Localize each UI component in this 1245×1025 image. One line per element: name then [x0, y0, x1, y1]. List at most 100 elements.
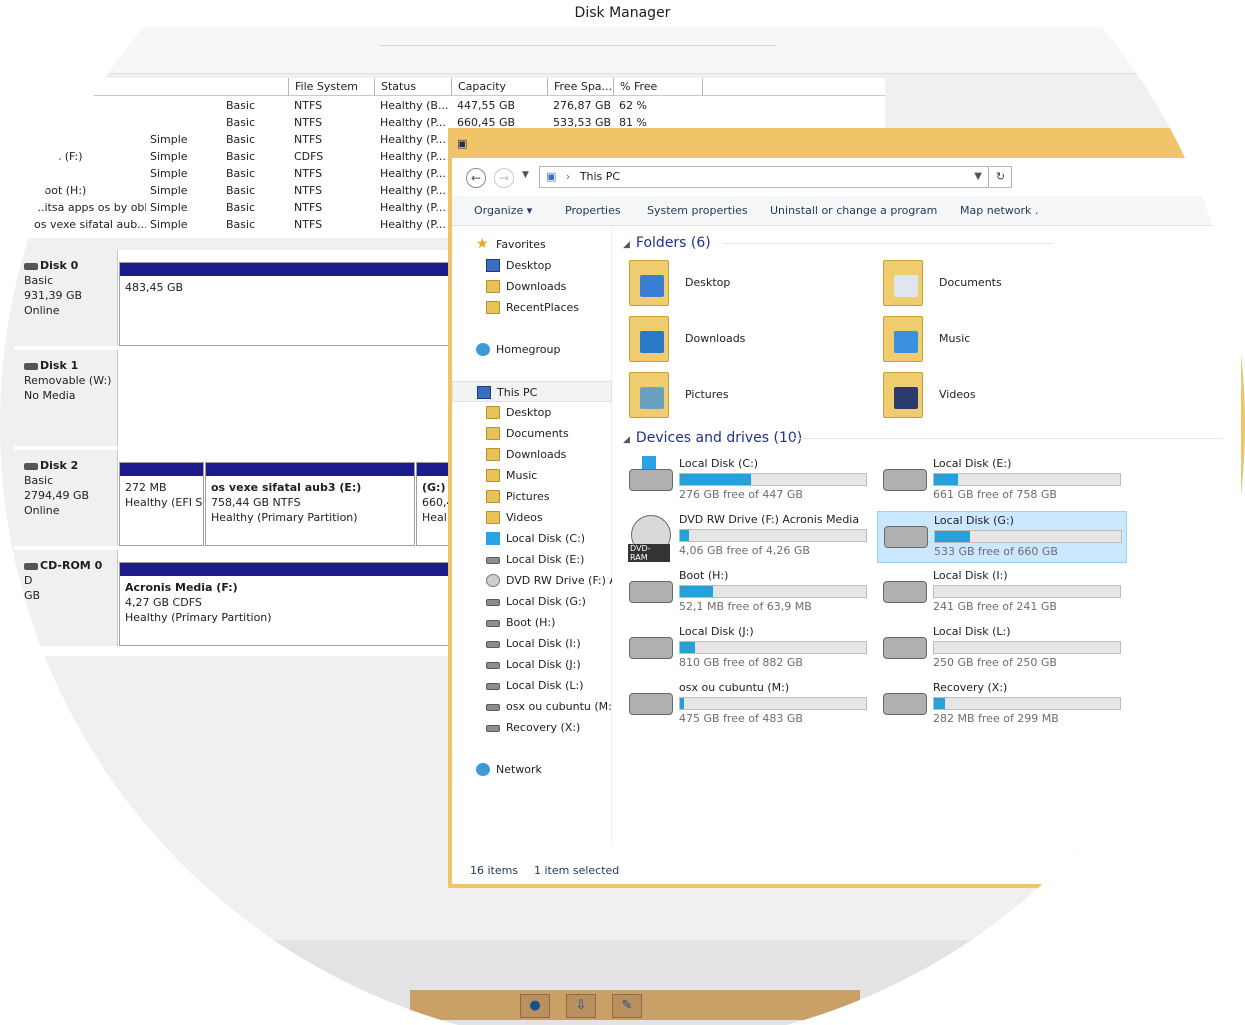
nav-favorites[interactable]: ★ Favorites: [452, 234, 612, 255]
drive-tile[interactable]: Local Disk (J:) 810 GB free of 882 GB: [623, 623, 873, 675]
properties-button[interactable]: Properties: [565, 196, 621, 226]
drive-tile[interactable]: Local Disk (E:) 661 GB free of 758 GB: [877, 455, 1127, 507]
organize-button[interactable]: Organize ▾: [474, 196, 532, 226]
address-dropdown-icon[interactable]: ▼: [974, 167, 982, 187]
address-box[interactable]: ▣ › This PC ▼: [539, 166, 989, 188]
nav-pc-item[interactable]: Recovery (X:): [452, 717, 612, 738]
nav-fav-item[interactable]: RecentPlaces: [452, 297, 612, 318]
disk-title: CD-ROM 0: [40, 559, 103, 572]
drive-tile[interactable]: Recovery (X:) 282 MB free of 299 MB: [877, 679, 1127, 731]
disk-label[interactable]: Disk 1 Removable (W:) No Media: [14, 350, 118, 446]
nav-pc-item[interactable]: DVD RW Drive (F:) A: [452, 570, 612, 591]
uninstall-program-button[interactable]: Uninstall or change a program: [770, 196, 937, 226]
taskbar-app-icon[interactable]: ●: [520, 994, 550, 1018]
taskbar-disk-management-icon[interactable]: ⇩: [566, 994, 596, 1018]
column-status[interactable]: Status: [374, 78, 451, 96]
folder-overlay-icon: [640, 387, 664, 409]
drives-group-header[interactable]: ◢ Devices and drives (10): [623, 427, 802, 449]
nav-network[interactable]: Network: [452, 759, 612, 780]
navigation-pane: ★ Favorites Desktop Downloads RecentPlaces Ho…: [452, 226, 612, 846]
volume-layout: Simple: [150, 167, 188, 180]
explorer-titlebar[interactable]: ▣: [448, 128, 1245, 158]
volume-capacity: 447,55 GB: [457, 99, 516, 112]
folder-tile[interactable]: Videos: [877, 368, 1131, 424]
nav-fav-item[interactable]: Downloads: [452, 276, 612, 297]
partition-title: os vexe sifatal aub3 (E:): [211, 481, 362, 494]
column-file-system[interactable]: File System: [288, 78, 374, 96]
this-pc-icon: ▣: [457, 137, 468, 150]
partition[interactable]: os vexe sifatal aub3 (E:) 758,44 GB NTFS H…: [205, 462, 415, 546]
column-percent-free[interactable]: % Free: [613, 78, 703, 96]
nav-pc-item-label: Local Disk (L:): [506, 679, 584, 692]
drive-name: Local Disk (L:): [933, 625, 1011, 638]
volume-pct: 62 %: [619, 99, 647, 112]
nav-fav-item[interactable]: Desktop: [452, 255, 612, 276]
drive-icon: [486, 662, 500, 669]
nav-pc-item[interactable]: Pictures: [452, 486, 612, 507]
taskbar: ● ⇩ ✎: [0, 940, 1245, 1025]
column-free-space[interactable]: Free Spa...: [547, 78, 613, 96]
drive-name: Local Disk (E:): [933, 457, 1012, 470]
folder-tile[interactable]: Documents: [877, 256, 1131, 312]
partition-status: Healthy (Primary Partition): [125, 611, 272, 624]
drive-tile[interactable]: Local Disk (I:) 241 GB free of 241 GB: [877, 567, 1127, 619]
system-properties-button[interactable]: System properties: [647, 196, 748, 226]
partition[interactable]: 272 MB Healthy (EFI S: [119, 462, 204, 546]
disk-label[interactable]: CD-ROM 0 D GB: [14, 550, 118, 646]
disk-info: No Media: [24, 389, 76, 402]
nav-pc-item-label: Desktop: [506, 406, 552, 419]
refresh-button[interactable]: ↻: [990, 166, 1012, 188]
partition[interactable]: Acronis Media (F:) 4,27 GB CDFS Healthy (P…: [119, 562, 454, 646]
disk-label[interactable]: Disk 0 Basic 931,39 GB Online: [14, 250, 118, 346]
map-network-drive-button[interactable]: Map network .: [960, 196, 1038, 226]
forward-button[interactable]: →: [494, 168, 514, 188]
nav-pc-item[interactable]: Local Disk (G:): [452, 591, 612, 612]
nav-pc-item[interactable]: Boot (H:): [452, 612, 612, 633]
volume-name: ...dia (F:): [34, 150, 83, 163]
disk-label[interactable]: Disk 2 Basic 2794,49 GB Online: [14, 450, 118, 546]
drive-tile[interactable]: Local Disk (C:) 276 GB free of 447 GB: [623, 455, 873, 507]
drive-tile[interactable]: DVD RW Drive (F:) Acronis Media 4,06 GB f…: [623, 511, 873, 563]
breadcrumb[interactable]: This PC: [580, 170, 620, 183]
taskbar-tools-icon[interactable]: ✎: [612, 994, 642, 1018]
disk-title: Disk 0: [40, 259, 79, 272]
nav-this-pc[interactable]: This PC: [452, 381, 612, 402]
nav-pc-item[interactable]: osx ou cubuntu (M:): [452, 696, 612, 717]
folder-tile[interactable]: Downloads: [623, 312, 877, 368]
volume-type: Basic: [226, 184, 256, 197]
folders-group-header[interactable]: ◢ Folders (6): [623, 232, 711, 254]
disk-name: CD-ROM 0: [24, 558, 117, 573]
folder-tile[interactable]: Pictures: [623, 368, 877, 424]
disk-info: Online: [24, 504, 60, 517]
nav-pc-item[interactable]: Music: [452, 465, 612, 486]
folder-tile[interactable]: Desktop: [623, 256, 877, 312]
drive-tile[interactable]: Local Disk (L:) 250 GB free of 250 GB: [877, 623, 1127, 675]
nav-pc-item[interactable]: Local Disk (L:): [452, 675, 612, 696]
partition[interactable]: 483,45 GB: [119, 262, 454, 346]
drive-tile[interactable]: Local Disk (G:) 533 GB free of 660 GB: [877, 511, 1127, 563]
nav-homegroup[interactable]: Homegroup: [452, 339, 612, 360]
column-capacity[interactable]: Capacity: [451, 78, 547, 96]
nav-pc-item[interactable]: Local Disk (I:): [452, 633, 612, 654]
partition-body: os vexe sifatal aub3 (E:) 758,44 GB NTFS H…: [206, 476, 414, 529]
nav-pc-item[interactable]: Local Disk (E:): [452, 549, 612, 570]
hard-drive-icon: [629, 456, 673, 491]
folder-tile[interactable]: Music: [877, 312, 1131, 368]
nav-pc-item[interactable]: Downloads: [452, 444, 612, 465]
hard-disk-icon: [24, 262, 38, 270]
volume-row[interactable]: Basic NTFS Healthy (B... 447,55 GB 276,87 GB…: [0, 97, 885, 114]
drive-tile[interactable]: Boot (H:) 52,1 MB free of 63,9 MB: [623, 567, 873, 619]
disk-info: Basic: [24, 474, 54, 487]
command-bar: Organize ▾ Properties System properties …: [452, 196, 1241, 226]
nav-pc-item[interactable]: Desktop: [452, 402, 612, 423]
nav-pc-item[interactable]: Local Disk (J:): [452, 654, 612, 675]
drive-tile[interactable]: osx ou cubuntu (M:) 475 GB free of 483 GB: [623, 679, 873, 731]
folder-icon: [883, 372, 923, 418]
volume-fs: NTFS: [294, 184, 323, 197]
nav-pc-item[interactable]: Local Disk (C:): [452, 528, 612, 549]
back-button[interactable]: ←: [466, 168, 486, 188]
folder-name: Documents: [939, 276, 1002, 289]
recent-locations-button[interactable]: ▼: [522, 170, 529, 180]
nav-pc-item[interactable]: Documents: [452, 423, 612, 444]
nav-pc-item[interactable]: Videos: [452, 507, 612, 528]
